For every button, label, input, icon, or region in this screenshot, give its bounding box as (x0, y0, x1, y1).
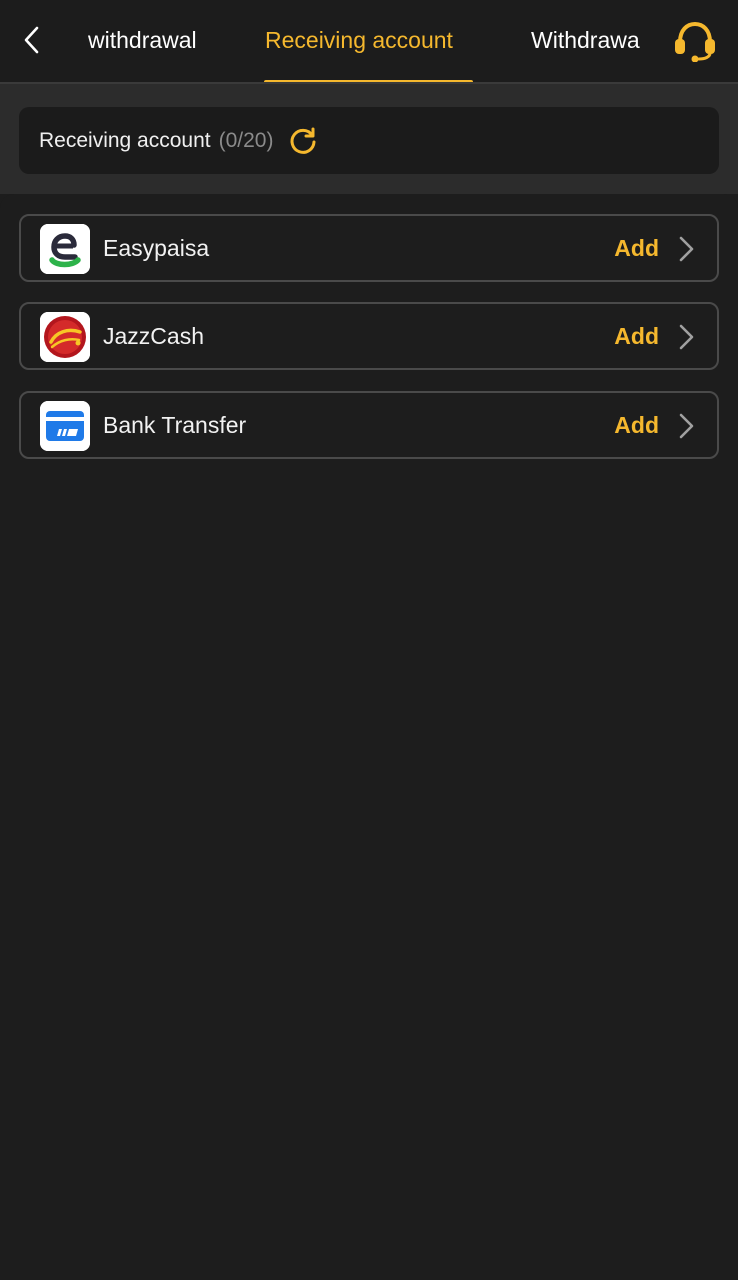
method-name: JazzCash (103, 323, 204, 349)
chevron-left-icon (24, 26, 39, 54)
method-name: Easypaisa (103, 235, 210, 261)
account-count: (0/20) (218, 128, 274, 152)
easypaisa-logo-icon (40, 224, 90, 274)
tab-strip: withdrawal Receiving account Withdrawa (62, 0, 654, 82)
summary-label: Receiving account (39, 128, 211, 152)
tab-withdrawal-record[interactable]: Withdrawa (531, 24, 640, 56)
chevron-right-icon (679, 413, 694, 439)
headset-icon (675, 21, 715, 62)
tab-receiving-account[interactable]: Receiving account (265, 24, 453, 56)
receiving-account-summary: Receiving account (0/20) (19, 107, 719, 174)
top-nav-bar: withdrawal Receiving account Withdrawa (0, 0, 738, 84)
add-button[interactable]: Add (614, 410, 659, 440)
back-button[interactable] (14, 22, 50, 58)
method-row-easypaisa[interactable]: Easypaisa Add (19, 214, 719, 282)
bank-card-icon (40, 401, 90, 451)
refresh-button[interactable] (287, 125, 319, 157)
method-row-jazzcash[interactable]: JazzCash Add (19, 302, 719, 370)
chevron-right-icon (679, 236, 694, 262)
customer-support-button[interactable] (670, 18, 720, 64)
add-button[interactable]: Add (614, 321, 659, 351)
method-row-bank-transfer[interactable]: Bank Transfer Add (19, 391, 719, 459)
chevron-right-icon (679, 324, 694, 350)
add-button[interactable]: Add (614, 233, 659, 263)
refresh-icon (291, 127, 316, 154)
tab-withdrawal[interactable]: withdrawal (88, 24, 197, 56)
method-name: Bank Transfer (103, 412, 247, 438)
jazzcash-logo-icon (40, 312, 90, 362)
